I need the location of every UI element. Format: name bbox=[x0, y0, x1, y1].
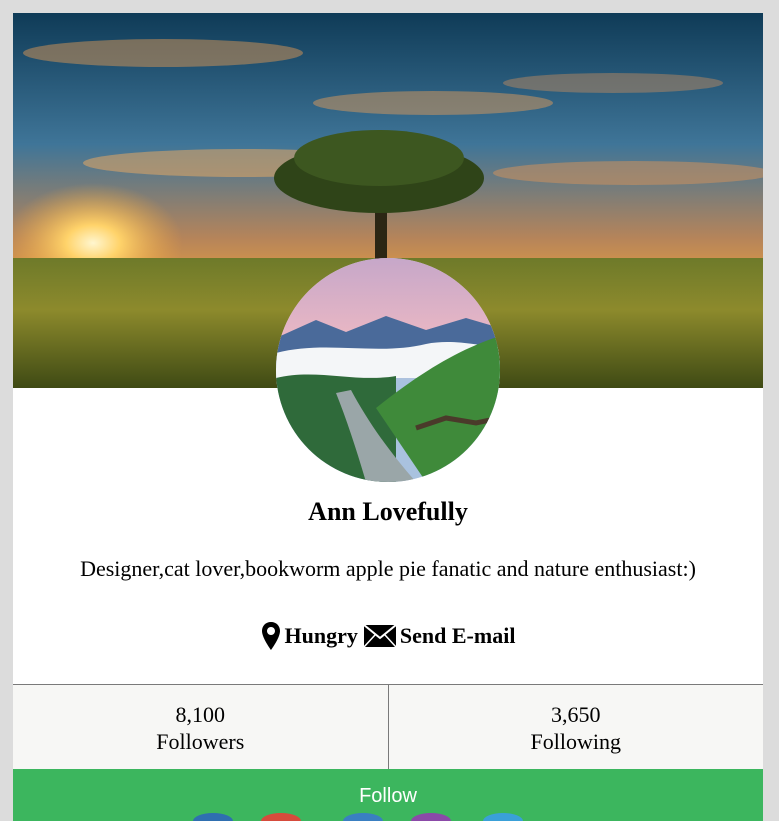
social-icon[interactable] bbox=[483, 813, 523, 821]
followers-label: Followers bbox=[156, 728, 245, 754]
social-icons-row bbox=[13, 813, 763, 821]
map-marker-icon bbox=[261, 621, 285, 651]
location-text: Hungry bbox=[284, 623, 358, 648]
stats-panel: 8,100 Followers 3,650 Following bbox=[13, 684, 763, 770]
email-label: Send E-mail bbox=[399, 623, 516, 648]
followers-count: 8,100 bbox=[175, 701, 226, 727]
following-label: Following bbox=[530, 728, 621, 754]
profile-meta: Hungry Send E-mail bbox=[13, 616, 763, 656]
profile-bio: Designer,cat lover,bookworm apple pie fa… bbox=[80, 556, 696, 581]
profile-name: Ann Lovefully bbox=[308, 497, 468, 526]
email-link[interactable]: Send E-mail bbox=[363, 623, 516, 649]
social-icon[interactable] bbox=[343, 813, 383, 821]
social-icon[interactable] bbox=[411, 813, 451, 821]
avatar bbox=[276, 258, 500, 482]
following-stat[interactable]: 3,650 Following bbox=[387, 685, 764, 770]
social-icon[interactable] bbox=[193, 813, 233, 821]
following-count: 3,650 bbox=[551, 701, 601, 727]
profile-card: Ann Lovefully Designer,cat lover,bookwor… bbox=[13, 13, 763, 821]
envelope-icon bbox=[363, 625, 400, 647]
social-icon[interactable] bbox=[261, 813, 301, 821]
followers-stat[interactable]: 8,100 Followers bbox=[13, 685, 388, 770]
location-info: Hungry bbox=[261, 621, 358, 651]
